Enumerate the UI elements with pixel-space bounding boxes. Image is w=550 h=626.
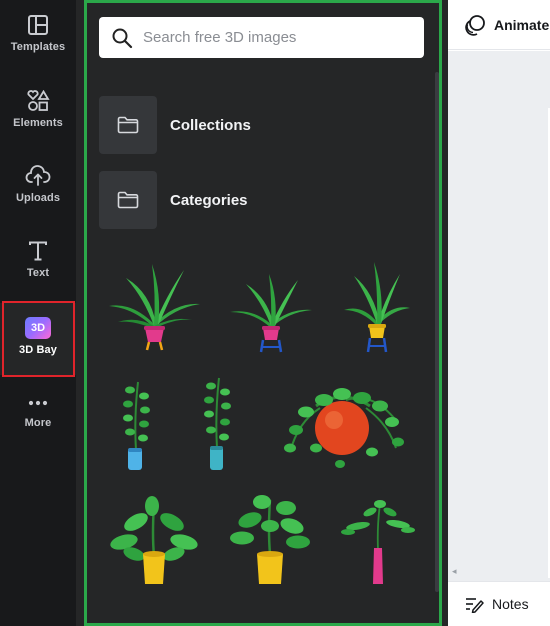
sidebar-item-label: Elements xyxy=(13,117,63,129)
top-toolbar: Animate xyxy=(448,0,550,50)
sidebar-item-text[interactable]: Text xyxy=(0,226,76,298)
folder-thumb xyxy=(99,96,157,154)
3d-plant-spider-blue-stand[interactable] xyxy=(226,268,316,354)
sidebar-item-elements[interactable]: Elements xyxy=(0,76,76,148)
sidebar-item-label: More xyxy=(24,417,52,429)
3d-plant-zz-blue-vase[interactable] xyxy=(116,378,156,472)
sidebar-item-uploads[interactable]: Uploads xyxy=(0,151,76,223)
folder-label: Collections xyxy=(170,116,251,134)
elements-icon xyxy=(27,90,50,111)
3d-plant-palm-yellow-stand[interactable] xyxy=(340,258,414,354)
templates-icon xyxy=(28,15,48,35)
text-t-icon xyxy=(29,241,47,261)
folder-thumb xyxy=(99,171,157,229)
folder-icon xyxy=(117,191,139,209)
3d-plant-rubber-yellow-pot[interactable] xyxy=(228,490,312,588)
notes-button[interactable]: Notes xyxy=(464,595,529,613)
notes-label: Notes xyxy=(492,596,529,612)
3d-bay-icon: 3D xyxy=(25,317,51,339)
upload-cloud-icon xyxy=(25,165,51,186)
design-canvas-area[interactable] xyxy=(448,51,550,581)
sidebar-rail: Templates Elements Uploads Text 3D 3D Ba… xyxy=(0,0,76,626)
search-input[interactable] xyxy=(143,29,403,46)
bottom-toolbar: Notes xyxy=(448,581,550,626)
sidebar-item-label: Templates xyxy=(10,41,66,53)
search-icon xyxy=(112,28,133,48)
animate-button[interactable]: Animate xyxy=(464,14,549,36)
folder-icon xyxy=(117,116,139,134)
notes-pencil-icon xyxy=(466,598,484,613)
search-bar[interactable] xyxy=(99,17,424,58)
sidebar-item-label: Text xyxy=(26,267,50,279)
scroll-left-icon[interactable]: ◂ xyxy=(452,566,457,577)
3d-plant-fiddle-yellow-pot[interactable] xyxy=(108,494,200,588)
sidebar-item-label: 3D Bay xyxy=(19,344,57,356)
animate-label: Animate xyxy=(494,16,550,33)
folder-categories[interactable]: Categories xyxy=(99,171,419,229)
3d-plant-tropical-pink-pot[interactable] xyxy=(104,258,204,354)
sidebar-item-more[interactable]: More xyxy=(0,380,76,452)
sidebar-item-label: Uploads xyxy=(15,192,61,204)
3d-plant-pothos-orange-pot[interactable] xyxy=(276,382,412,472)
animate-icon xyxy=(465,14,485,36)
3d-plant-zz-teal-vase[interactable] xyxy=(198,374,238,472)
folder-label: Categories xyxy=(170,191,248,209)
sidebar-item-3d-bay[interactable]: 3D 3D Bay xyxy=(0,303,76,375)
sidebar-item-templates[interactable]: Templates xyxy=(0,0,76,72)
more-dots-icon xyxy=(28,400,48,406)
panel-scrollbar[interactable] xyxy=(435,72,439,592)
folder-collections[interactable]: Collections xyxy=(99,96,419,154)
3d-plant-sprig-pink-vase[interactable] xyxy=(340,496,416,588)
